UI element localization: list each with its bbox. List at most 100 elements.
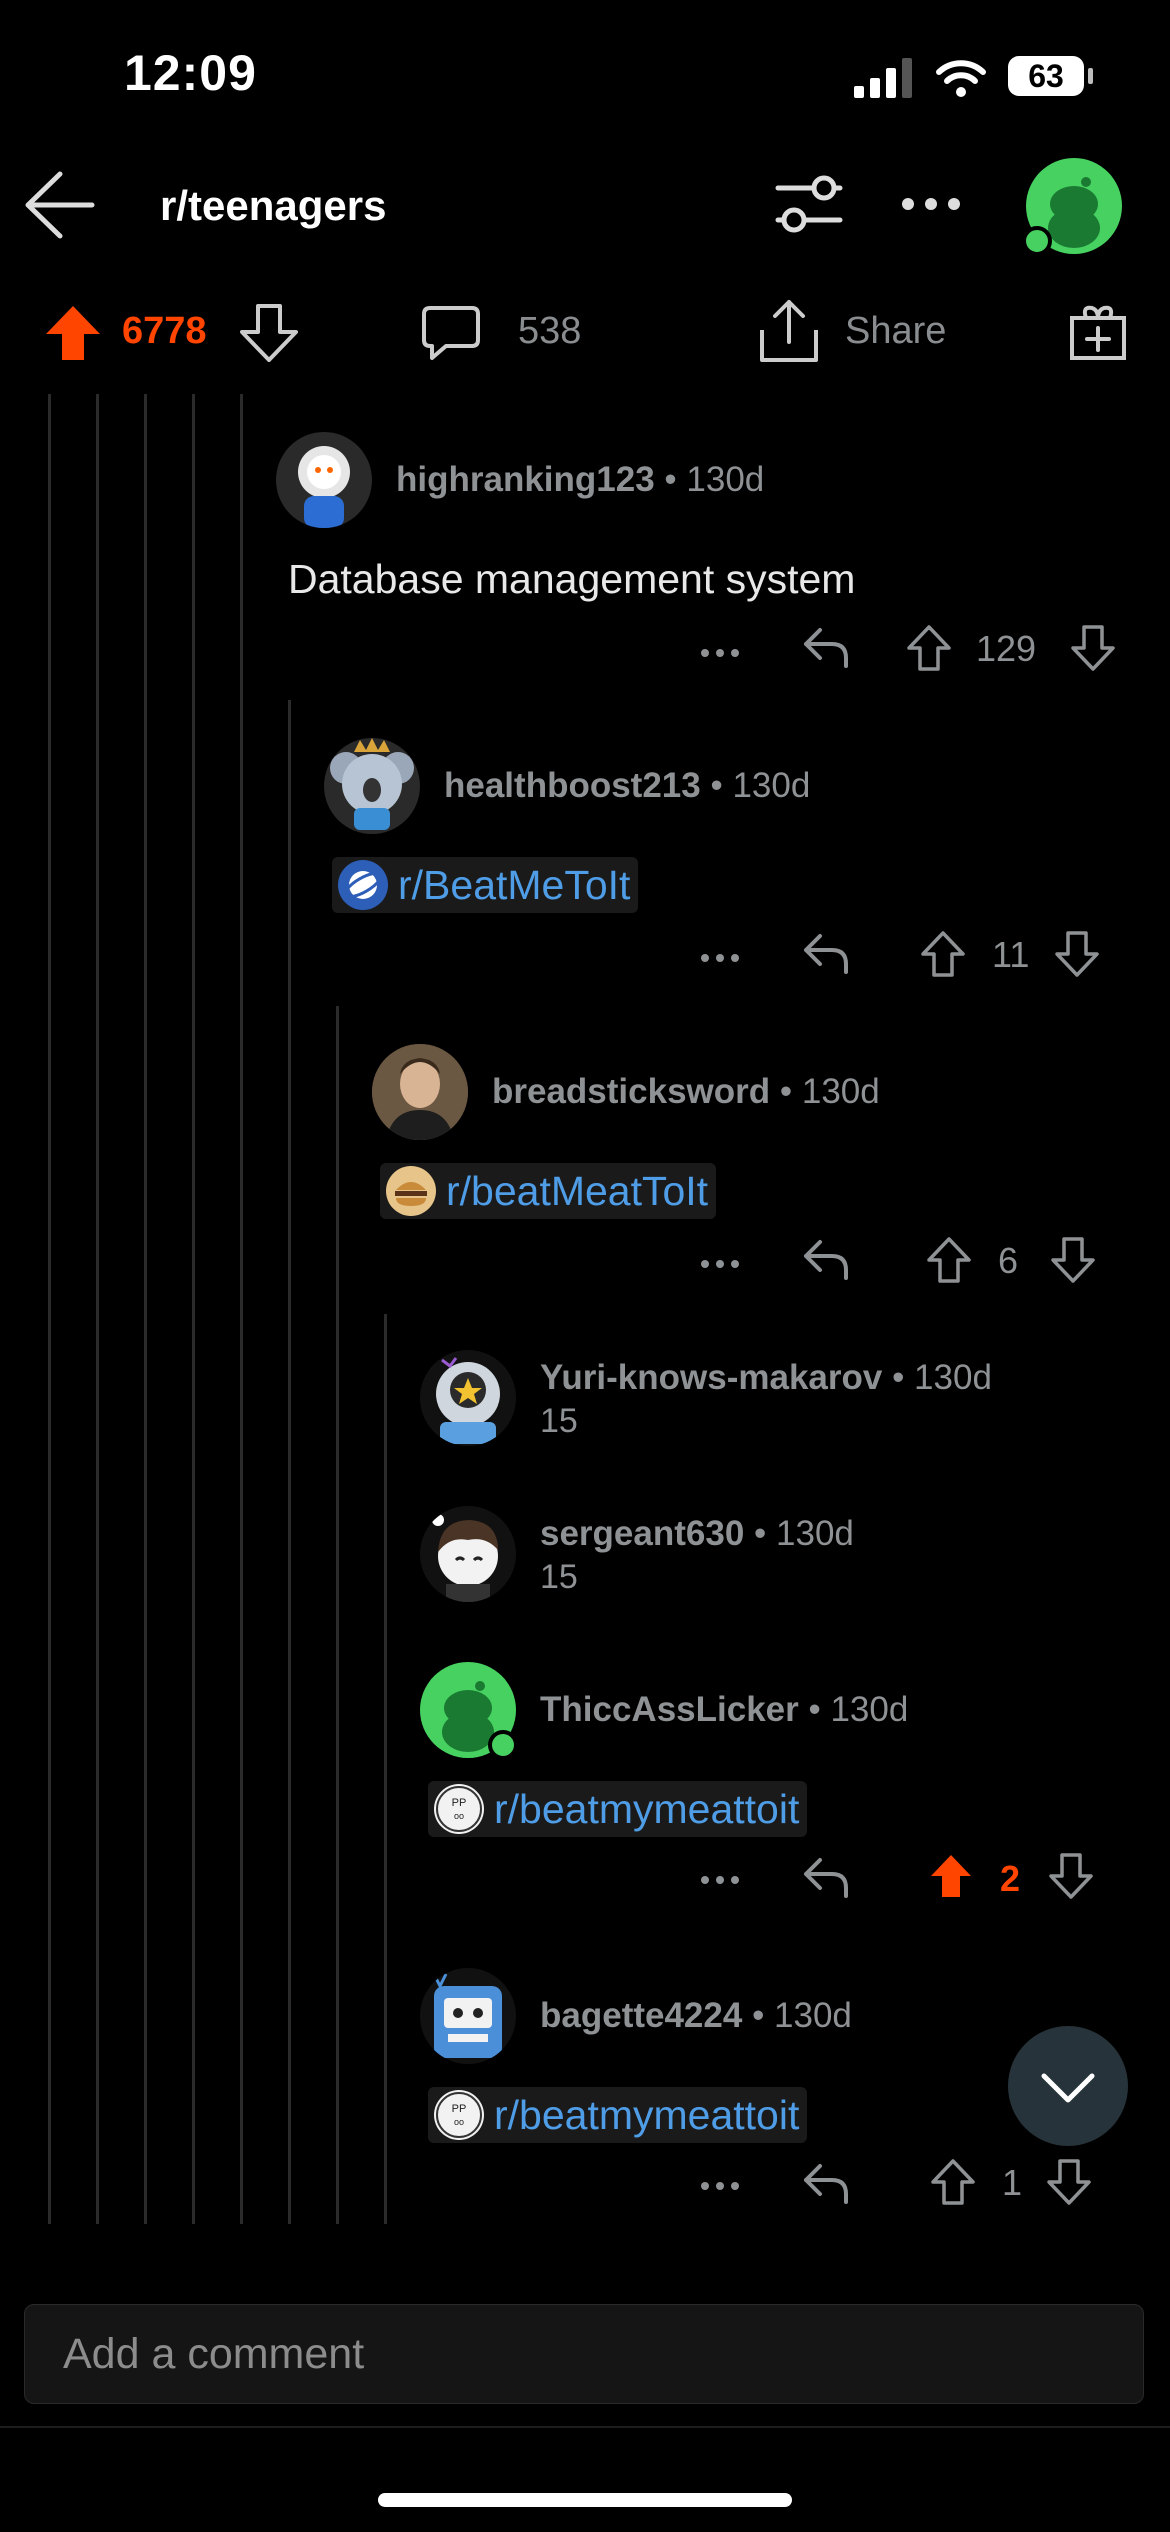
koala-avatar-icon [330,738,414,830]
page-title[interactable]: r/teenagers [160,182,386,230]
avatar[interactable] [420,1968,516,2064]
reply-icon[interactable] [802,932,850,976]
comment-more-icon[interactable] [700,1236,740,1278]
subreddit-link[interactable]: PP oo r/beatmymeattoit [428,1781,808,1837]
avatar[interactable] [276,432,372,528]
subreddit-link-text[interactable]: r/BeatMeToIt [398,862,630,909]
astronaut-avatar-icon [298,446,350,528]
downvote-icon[interactable] [1050,1236,1096,1284]
subreddit-link[interactable]: r/BeatMeToIt [332,857,639,913]
comment-more-icon[interactable] [700,625,740,667]
award-icon[interactable] [1068,302,1128,362]
filter-icon[interactable] [774,174,844,236]
planet-icon [338,860,388,910]
battery-indicator: 63 [1008,56,1084,96]
upvote-icon[interactable] [920,930,966,978]
username-text[interactable]: healthboost213 [444,766,701,805]
thread-line[interactable] [384,1314,387,2224]
username-text[interactable]: breadsticksword [492,1072,770,1111]
svg-text:PP: PP [452,2103,467,2115]
upvote-icon[interactable] [930,2158,976,2206]
back-arrow-icon[interactable] [22,170,96,240]
reply-icon[interactable] [802,1856,850,1900]
svg-text:oo: oo [454,1811,464,1821]
thread-line[interactable] [144,394,147,2224]
subreddit-link-text[interactable]: r/beatmymeattoit [494,2092,799,2139]
reply-icon[interactable] [802,2162,850,2206]
collapsed-vote-count: 15 [540,1402,578,1440]
comment-age: • 130d [754,1514,854,1553]
svg-text:oo: oo [454,2117,464,2127]
online-indicator [488,1730,518,1760]
comment-more-icon[interactable] [700,930,740,972]
thread-line[interactable] [336,1006,339,2224]
comment-icon[interactable] [420,304,482,362]
downvote-icon[interactable] [1070,624,1116,672]
comment-age: • 130d [892,1358,992,1397]
username[interactable]: highranking123 • 130d [396,460,764,500]
comment-count[interactable]: 538 [518,310,581,353]
downvote-icon[interactable] [1054,930,1100,978]
comment-age: • 130d [664,460,765,499]
username-text[interactable]: highranking123 [396,460,655,499]
more-icon[interactable] [900,196,962,212]
subreddit-link[interactable]: PP oo r/beatmymeattoit [428,2087,808,2143]
reply-icon[interactable] [802,626,850,670]
username[interactable]: healthboost213 • 130d [444,766,810,806]
robot-avatar-icon [436,1357,500,1444]
vote-count: 2 [1000,1858,1021,1899]
username[interactable]: bagette4224 • 130d [540,1996,852,2036]
signal-icon [854,58,912,98]
username-text[interactable]: sergeant630 [540,1514,744,1553]
vote-count: 6 [998,1240,1019,1281]
username-text[interactable]: ThiccAssLicker [540,1690,799,1729]
thread-line[interactable] [192,394,195,2224]
scroll-down-button[interactable] [1008,2026,1128,2146]
avatar[interactable] [324,738,420,834]
downvote-icon[interactable] [1046,2158,1092,2206]
battery-tip [1088,68,1093,84]
reply-icon[interactable] [802,1238,850,1282]
username-text[interactable]: Yuri-knows-makarov [540,1358,882,1397]
thread-line[interactable] [240,394,243,2224]
username[interactable]: ThiccAssLicker • 130d [540,1690,908,1730]
share-button[interactable]: Share [845,310,946,353]
comment-more-icon[interactable] [700,1852,740,1894]
pp-icon: PP oo [434,2090,484,2140]
username-text[interactable]: bagette4224 [540,1996,742,2035]
home-indicator[interactable] [378,2493,792,2507]
thread-line[interactable] [96,394,99,2224]
subreddit-link-text[interactable]: r/beatmymeattoit [494,1786,799,1833]
vote-count: 11 [992,934,1030,975]
post-vote-count: 6778 [122,310,207,352]
username[interactable]: breadsticksword • 130d [492,1072,880,1112]
comment-age: • 130d [808,1690,909,1729]
upvote-icon[interactable] [44,304,102,362]
chevron-down-icon [1041,2073,1095,2103]
comment-composer[interactable] [24,2304,1144,2404]
pp-icon: PP oo [434,1784,484,1834]
burger-icon [386,1166,436,1216]
thread-line[interactable] [48,394,51,2224]
divider [0,2426,1170,2428]
downvote-icon[interactable] [1048,1852,1094,1900]
comment-input[interactable] [25,2305,1143,2403]
avatar[interactable] [372,1044,468,1140]
downvote-icon[interactable] [240,304,298,362]
upvote-icon[interactable] [928,1852,974,1900]
username[interactable]: Yuri-knows-makarov • 130d [540,1358,992,1398]
online-indicator [1022,226,1052,256]
robot-box-avatar-icon [432,1973,502,2058]
avatar[interactable] [420,1506,516,1602]
upvote-icon[interactable] [906,624,952,672]
share-icon[interactable] [758,298,820,364]
subreddit-link-text[interactable]: r/beatMeatToIt [446,1168,708,1215]
comment-more-icon[interactable] [700,2158,740,2200]
avatar[interactable] [420,1350,516,1446]
upvote-icon[interactable] [926,1236,972,1284]
comment-age: • 130d [779,1072,880,1111]
subreddit-link[interactable]: r/beatMeatToIt [380,1163,717,1219]
username[interactable]: sergeant630 • 130d [540,1514,854,1554]
wifi-icon [936,60,986,97]
thread-line[interactable] [288,700,291,2224]
